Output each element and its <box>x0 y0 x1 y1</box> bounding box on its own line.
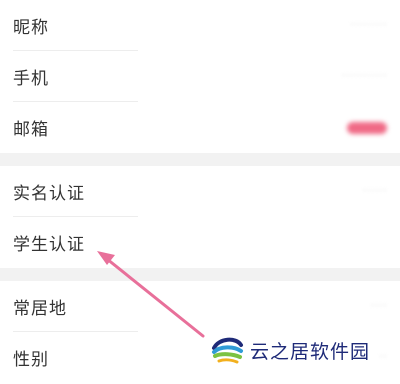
watermark-logo-icon <box>212 335 243 365</box>
phone-label: 手机 <box>13 69 49 89</box>
phone-row[interactable]: 手机 ··········· <box>0 51 400 102</box>
residence-value: ···· <box>370 299 387 314</box>
email-status-badge: ···· <box>347 121 387 134</box>
phone-value: ··········· <box>341 69 387 84</box>
real-name-verification-value: ······ <box>362 184 387 199</box>
gender-label: 性别 <box>13 350 49 370</box>
profile-group-basic: 昵称 ········· 手机 ··········· 邮箱 ···· <box>0 0 400 153</box>
nickname-row[interactable]: 昵称 ········· <box>0 0 400 51</box>
nickname-label: 昵称 <box>13 18 49 38</box>
gender-value: ·· <box>378 350 387 365</box>
nickname-value: ········· <box>349 18 387 33</box>
profile-group-personal: 常居地 ···· 性别 ·· <box>0 281 400 383</box>
residence-label: 常居地 <box>13 299 67 319</box>
email-label: 邮箱 <box>13 120 49 140</box>
watermark: 云之居软件园 <box>210 333 370 367</box>
real-name-verification-label: 实名认证 <box>13 184 85 204</box>
watermark-text: 云之居软件园 <box>250 340 371 363</box>
profile-group-verification: 实名认证 ······ 学生认证 <box>0 166 400 268</box>
residence-row[interactable]: 常居地 ···· <box>0 281 400 332</box>
section-gap <box>0 268 400 281</box>
student-verification-row[interactable]: 学生认证 <box>0 217 400 268</box>
student-verification-label: 学生认证 <box>13 235 85 255</box>
real-name-verification-row[interactable]: 实名认证 ······ <box>0 166 400 217</box>
section-gap <box>0 153 400 166</box>
email-row[interactable]: 邮箱 ···· <box>0 102 400 153</box>
